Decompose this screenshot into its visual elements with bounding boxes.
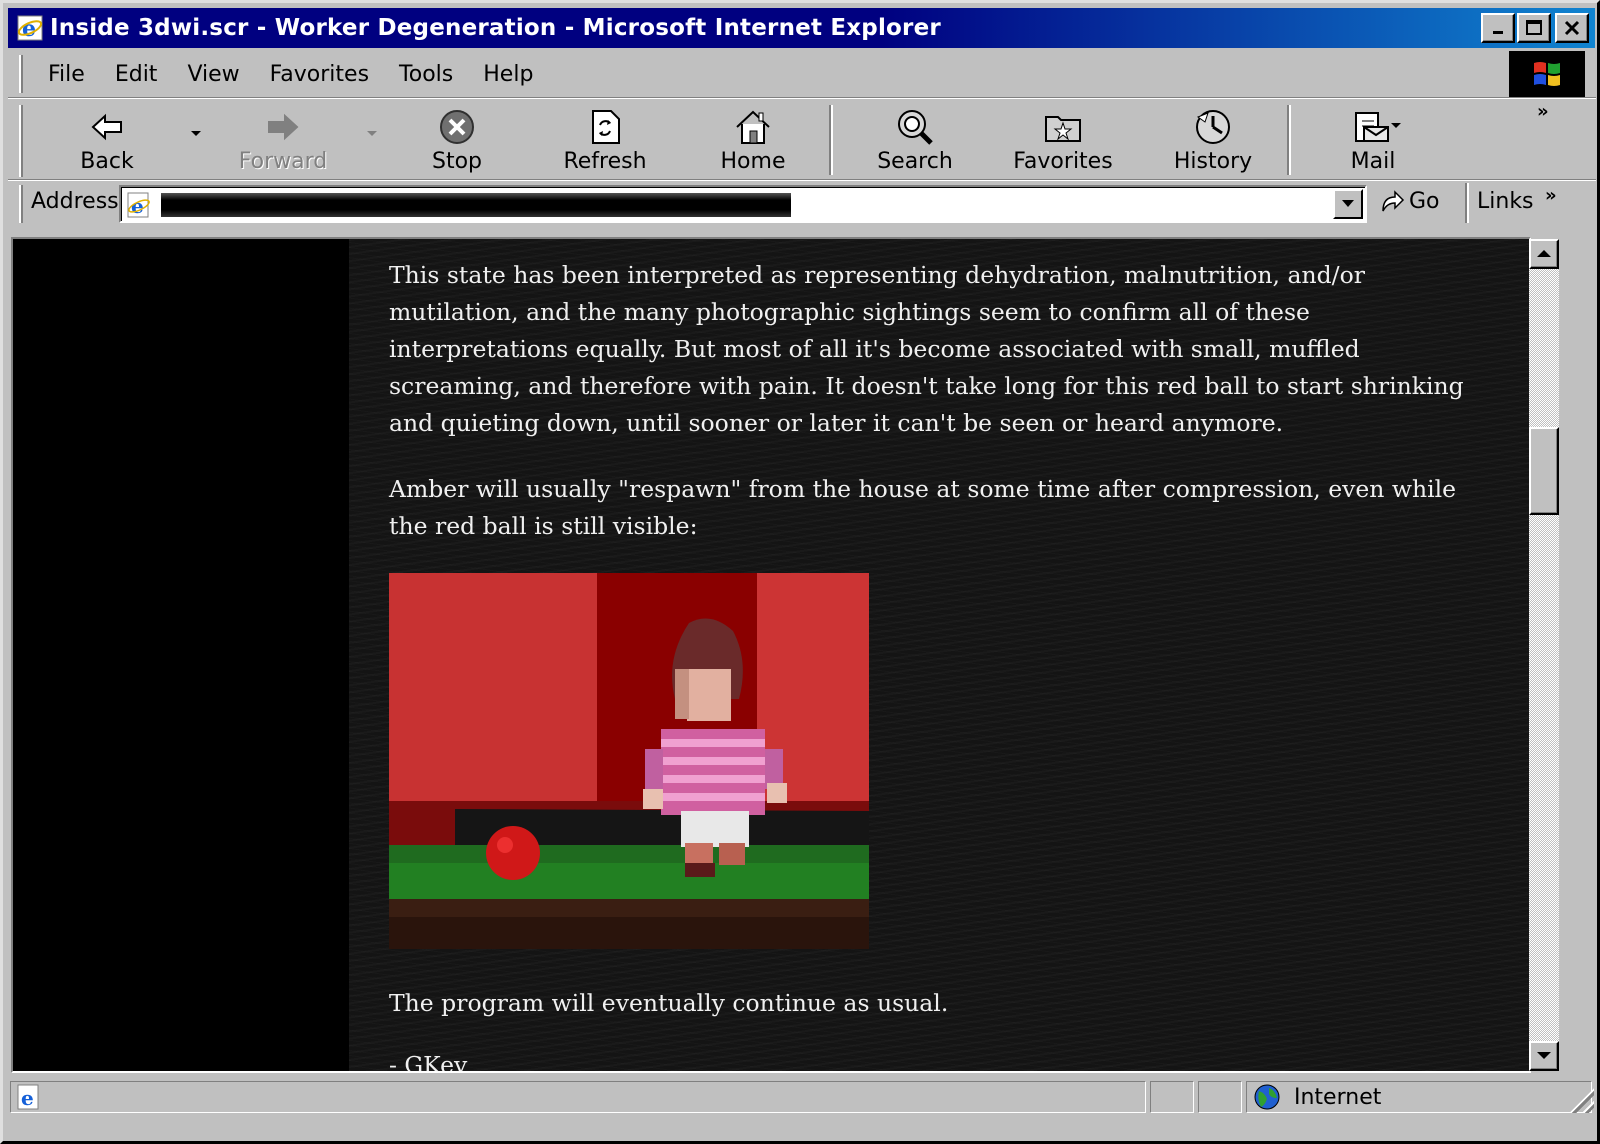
maximize-button[interactable] [1517,13,1551,43]
mail-label: Mail [1350,149,1396,174]
menu-grip[interactable] [19,55,23,93]
caption-buttons [1479,13,1589,43]
address-grip[interactable] [19,185,23,223]
back-button[interactable]: Back [47,103,167,177]
home-button[interactable]: Home [693,103,813,177]
address-url-redacted [161,193,791,217]
mail-dropdown-arrow[interactable] [1391,123,1401,128]
mail-icon [1355,112,1389,142]
forward-arrow-icon [268,113,299,141]
toolbar-separator [8,179,1596,181]
menu-tools[interactable]: Tools [384,62,468,87]
refresh-icon [592,110,620,144]
vertical-scrollbar[interactable] [1529,239,1559,1071]
scroll-thumb[interactable] [1529,427,1559,515]
menu-edit[interactable]: Edit [100,62,173,87]
menu-help[interactable]: Help [468,62,548,87]
favorites-folder-icon [1045,116,1081,142]
page-status-icon: e [17,1084,39,1110]
minimize-icon [1493,31,1503,34]
minimize-button[interactable] [1481,13,1515,43]
refresh-button[interactable]: Refresh [545,103,665,177]
windows-logo-icon [1534,62,1560,86]
status-progress-panel [1150,1081,1194,1113]
home-icon [736,110,770,144]
article-area: This state has been interpreted as repre… [349,239,1529,1071]
article-paragraph-3: The program will eventually continue as … [389,989,949,1017]
search-button[interactable]: Search [855,103,975,177]
stop-icon [440,110,474,144]
title-bar: e Inside 3dwi.scr - Worker Degeneration … [8,8,1595,48]
close-icon [1564,20,1580,36]
home-label: Home [720,149,786,174]
mail-button[interactable]: Mail [1313,103,1433,177]
search-icon [898,110,933,145]
address-dropdown-button[interactable] [1333,189,1363,219]
links-chevron-icon[interactable]: » [1545,185,1556,206]
stop-label: Stop [431,149,482,174]
svg-text:e: e [22,16,36,42]
links-button[interactable]: Links [1477,189,1534,214]
history-button[interactable]: History [1153,103,1273,177]
toolbar-separator-2 [1287,105,1291,175]
back-arrow-icon [91,113,122,141]
favorites-label: Favorites [1013,149,1113,174]
window-title: Inside 3dwi.scr - Worker Degeneration - … [50,15,941,41]
address-separator [1465,183,1469,223]
go-arrow-icon [1382,190,1405,212]
favorites-button[interactable]: Favorites [1003,103,1123,177]
toolbar-grip[interactable] [19,105,23,177]
article-signature: - GKey [389,1051,468,1073]
scroll-up-button[interactable] [1529,239,1559,269]
menu-view[interactable]: View [172,62,254,87]
page-viewport: This state has been interpreted as repre… [11,237,1531,1073]
status-secure-panel [1198,1081,1242,1113]
status-main-panel: e [10,1081,1146,1113]
address-label: Address [31,189,119,214]
windows-throbber [1509,51,1585,97]
arrow-up-icon [1537,250,1551,257]
security-zone-label: Internet [1294,1085,1382,1110]
menu-bar: File Edit View Favorites Tools Help [13,51,1513,97]
history-icon [1196,110,1230,144]
menu-separator [8,97,1596,99]
stop-button[interactable]: Stop [397,103,517,177]
go-label: Go [1409,188,1440,214]
refresh-label: Refresh [563,149,647,174]
close-button[interactable] [1555,13,1589,43]
status-bar: e Internet [8,1079,1596,1115]
page-icon: e [127,192,150,218]
left-sidebar-area [13,239,349,1071]
toolbar-separator-1 [829,105,833,175]
globe-icon [1254,1084,1280,1110]
menu-file[interactable]: File [33,62,100,87]
search-label: Search [877,149,953,174]
ie-logo-icon: e [17,15,43,42]
maximize-icon [1526,20,1542,35]
back-dropdown-arrow[interactable] [191,131,201,136]
screensaver-screenshot-image [389,573,869,949]
article-paragraph-1: This state has been interpreted as repre… [389,261,1464,437]
address-input[interactable]: e [119,185,1367,223]
menu-favorites[interactable]: Favorites [255,62,384,87]
svg-text:e: e [131,194,144,218]
toolbar-more-chevron-icon[interactable]: » [1537,101,1548,122]
arrow-down-icon [1537,1052,1551,1059]
history-label: History [1173,149,1253,174]
scroll-down-button[interactable] [1529,1041,1559,1071]
forward-dropdown-arrow[interactable] [367,131,377,136]
go-button[interactable]: Go [1377,187,1440,215]
article-paragraph-2: Amber will usually "respawn" from the ho… [389,475,1457,540]
address-bar: Address e Go Links » [13,183,1593,225]
forward-button[interactable]: Forward [223,103,343,177]
browser-window: e Inside 3dwi.scr - Worker Degeneration … [0,0,1600,1144]
standard-toolbar: Back Forward Stop Refresh Home Search Fa… [13,101,1593,181]
chevron-down-icon [1342,200,1354,207]
svg-text:e: e [21,1086,34,1110]
forward-label: Forward [238,149,328,174]
back-label: Back [80,149,134,174]
